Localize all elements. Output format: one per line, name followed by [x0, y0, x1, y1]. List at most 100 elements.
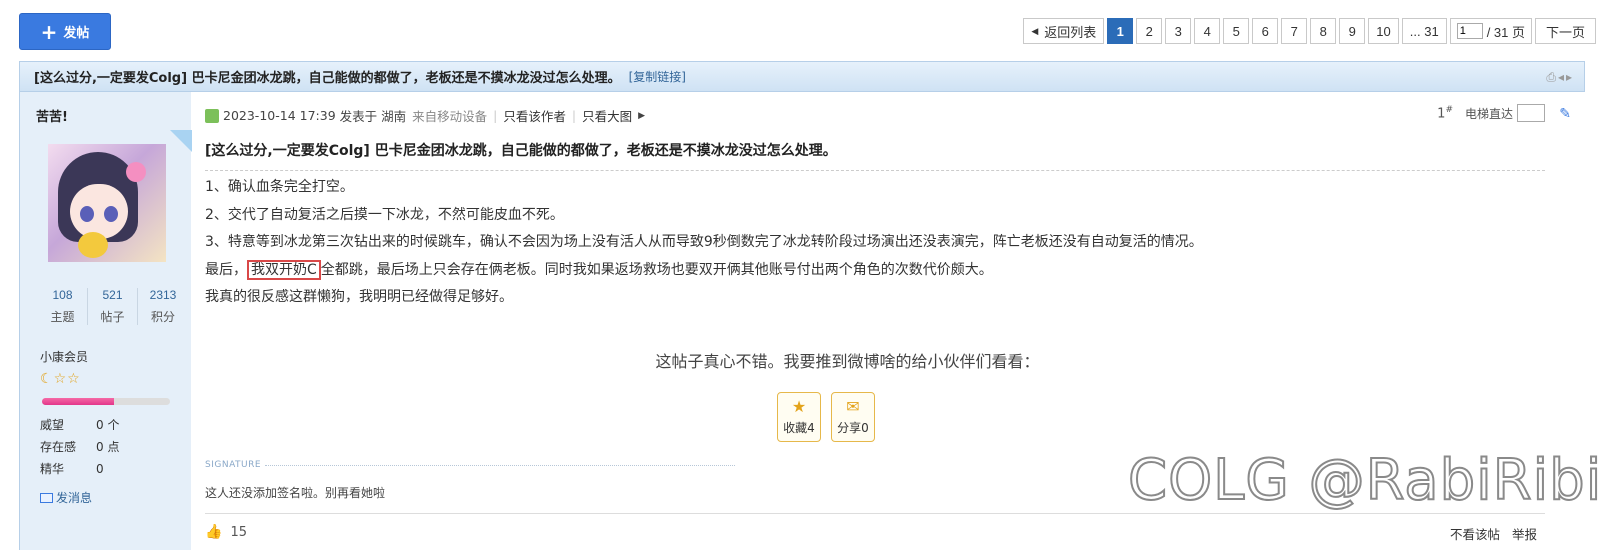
watermark: COLG @RabiRibi [1127, 447, 1603, 514]
signature-label-text: SIGNATURE [205, 460, 262, 470]
stat-points[interactable]: 2313 积分 [138, 288, 188, 325]
prop-value: 0 点 [96, 440, 120, 454]
top-bar: + 发帖 ◀ 返回列表 1 2 3 4 5 6 7 8 9 10 ... 31 … [0, 0, 1604, 60]
star-icon: ★ [791, 396, 807, 416]
body-line-prefix: 最后， [205, 261, 247, 278]
favorite-button[interactable]: ★ 收藏4 [777, 392, 821, 442]
body-line: 1、确认血条完全打空。 [205, 179, 354, 195]
page-link-7[interactable]: 7 [1281, 18, 1308, 44]
report-link[interactable]: 举报 [1512, 524, 1537, 543]
pen-icon[interactable]: ✎ [1559, 106, 1571, 122]
like-button[interactable]: 👍 15 [205, 524, 247, 540]
page-jump: / 31 页 [1449, 18, 1532, 44]
author-stats: 108 主题 521 帖子 2313 积分 [38, 288, 188, 325]
stat-posts[interactable]: 521 帖子 [88, 288, 138, 325]
next-page-button[interactable]: 下一页 [1534, 18, 1596, 44]
stat-value: 2313 [149, 288, 177, 302]
post-actions: 不看该帖 举报 [1450, 524, 1537, 543]
body-line: 2、交代了自动复活之后摸一下冰龙，不然可能皮血不死。 [205, 206, 564, 223]
star-icon: ☆ [67, 371, 81, 387]
share-label: 分享0 [837, 420, 869, 435]
page-link-5[interactable]: 5 [1223, 18, 1250, 44]
author-sidebar: 苦苦! 108 主题 521 帖子 2313 积分 小康会员 ☾☆☆ 威望 0 … [19, 92, 192, 550]
prop-prestige: 威望 0 个 [40, 414, 119, 436]
author-name[interactable]: 苦苦! [36, 106, 68, 125]
avatar[interactable] [48, 144, 166, 262]
avatar-eye [80, 206, 94, 222]
star-icon: ☆ [53, 371, 68, 387]
body-line: 最后， 我双开奶C 全都跳，最后场上只会存在俩老板。同时我如果返场救场也要双开俩其他… [205, 257, 1545, 285]
floor-mark: # [1445, 104, 1453, 115]
stat-value: 108 [52, 288, 73, 302]
elevator-input[interactable] [1517, 104, 1545, 122]
post-title: [这么过分,一定要发Colg] 巴卡尼金团冰龙跳，自己能做的都做了，老板还是不摸… [205, 143, 837, 159]
moon-icon: ☾ [40, 371, 54, 387]
send-message-label: 发消息 [56, 491, 93, 505]
print-icon[interactable]: ⎙ [1546, 70, 1558, 84]
author-properties: 威望 0 个 存在感 0 点 精华 0 [40, 414, 119, 480]
rank-stars: ☾☆☆ [40, 371, 81, 387]
signature-divider [265, 464, 736, 466]
floor-area: 1# 电梯直达 [1437, 104, 1545, 122]
only-big-images-link[interactable]: 只看大图 [582, 106, 632, 125]
only-author-link[interactable]: 只看该作者 [503, 106, 566, 125]
stat-label: 主题 [50, 310, 75, 324]
avatar-corn [78, 232, 108, 258]
next-thread-icon[interactable]: ▸ [1566, 70, 1574, 84]
back-to-list-label: 返回列表 [1044, 24, 1097, 40]
floor-number[interactable]: 1# [1437, 105, 1453, 121]
prop-value: 0 个 [96, 418, 120, 432]
page-link-2[interactable]: 2 [1136, 18, 1163, 44]
page-link-4[interactable]: 4 [1194, 18, 1221, 44]
pagination: ◀ 返回列表 1 2 3 4 5 6 7 8 9 10 ... 31 / 31 … [1023, 18, 1596, 44]
level-progress-fill [42, 398, 114, 405]
avatar-eye [104, 206, 118, 222]
prop-value: 0 [96, 462, 104, 476]
share-button[interactable]: ✉ 分享0 [831, 392, 875, 442]
post-meta: 2023-10-14 17:39 发表于 湖南 来自移动设备 | 只看该作者 |… [205, 106, 645, 125]
page-link-3[interactable]: 3 [1165, 18, 1192, 44]
post-footer-divider [205, 513, 1545, 514]
send-message-link[interactable]: 发消息 [40, 489, 92, 506]
page-link-9[interactable]: 9 [1339, 18, 1366, 44]
hide-post-link[interactable]: 不看该帖 [1450, 524, 1500, 543]
prop-presence: 存在感 0 点 [40, 436, 119, 458]
share-prompt: 这帖子真心不错。我要推到微博啥的给小伙伴们看看： [655, 352, 1040, 371]
stat-value: 521 [102, 288, 123, 302]
prev-thread-icon[interactable]: ◂ [1558, 70, 1566, 84]
prop-key: 精华 [40, 462, 65, 476]
stat-label: 帖子 [100, 310, 125, 324]
highlighted-text: 我双开奶C [247, 259, 321, 280]
favorite-label: 收藏4 [783, 420, 815, 435]
post-device: 来自移动设备 [412, 109, 488, 124]
stat-label: 积分 [150, 310, 175, 324]
page-link-10[interactable]: 10 [1368, 18, 1399, 44]
level-progress-bar [42, 398, 170, 405]
post-location: 发表于 湖南 [339, 109, 407, 124]
new-post-label: 发帖 [63, 26, 90, 41]
prop-key: 存在感 [40, 440, 77, 454]
thread-title: [这么过分,一定要发Colg] 巴卡尼金团冰龙跳，自己能做的都做了，老板还是不摸… [34, 71, 621, 86]
online-corner-badge [170, 130, 192, 152]
stat-threads[interactable]: 108 主题 [38, 288, 88, 325]
body-line-suffix: 全都跳，最后场上只会存在俩老板。同时我如果返场救场也要双开俩其他账号付出两个角色… [320, 261, 993, 278]
page-jump-input[interactable] [1456, 23, 1483, 39]
prop-digest: 精华 0 [40, 458, 119, 480]
plus-icon: + [40, 19, 58, 44]
page-total-label: / 31 页 [1486, 24, 1525, 40]
page-link-6[interactable]: 6 [1252, 18, 1279, 44]
copy-link-button[interactable]: [复制链接] [629, 68, 686, 85]
page-link-8[interactable]: 8 [1310, 18, 1337, 44]
post-date: 2023-10-14 17:39 [223, 108, 336, 123]
back-to-list-button[interactable]: ◀ 返回列表 [1023, 18, 1105, 44]
share-buttons: ★ 收藏4 ✉ 分享0 [777, 392, 875, 442]
page-link-1[interactable]: 1 [1107, 18, 1134, 44]
user-rank[interactable]: 小康会员 [40, 348, 88, 365]
mail-icon [40, 492, 53, 503]
page-link-last[interactable]: ... 31 [1401, 18, 1447, 44]
new-post-button[interactable]: + 发帖 [19, 13, 111, 50]
header-tool-icons: ⎙◂▸ [1546, 70, 1574, 85]
signature-text: 这人还没添加签名啦。别再看她啦 [205, 486, 386, 500]
body-line: 我真的很反感这群懒狗，我明明已经做得足够好。 [205, 289, 513, 305]
elevator-label: 电梯直达 [1464, 106, 1513, 121]
